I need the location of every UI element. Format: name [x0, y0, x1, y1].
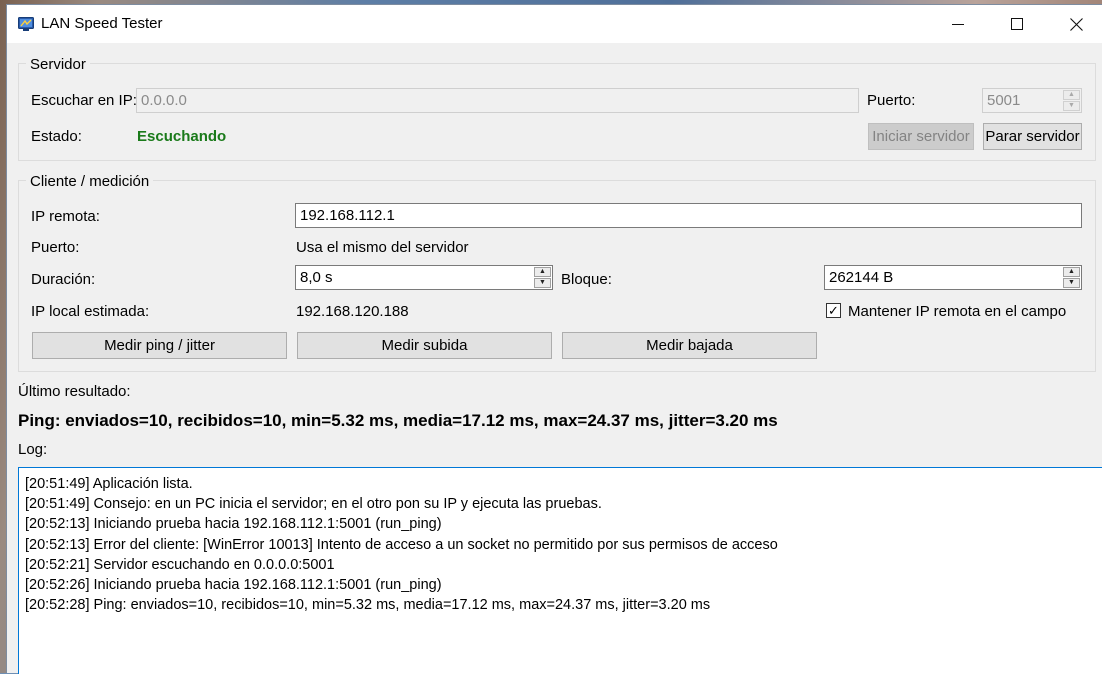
- server-port-spinbox: 5001 ▲ ▼: [982, 88, 1082, 113]
- local-ip-value: 192.168.120.188: [296, 303, 409, 320]
- log-line: [20:51:49] Aplicación lista.: [25, 476, 193, 492]
- remote-ip-label: IP remota:: [31, 208, 100, 225]
- minimize-button[interactable]: [929, 5, 987, 43]
- status-value: Escuchando: [137, 128, 227, 145]
- local-ip-label: IP local estimada:: [31, 303, 150, 320]
- log-line: [20:52:28] Ping: enviados=10, recibidos=…: [25, 597, 711, 614]
- status-label: Estado:: [31, 128, 82, 145]
- lan-tester-icon: [18, 17, 34, 31]
- keep-ip-label[interactable]: Mantener IP remota en el campo: [848, 303, 1066, 320]
- listen-ip-input: [136, 88, 859, 113]
- maximize-icon: [1011, 18, 1023, 30]
- duration-value: 8,0 s: [300, 269, 333, 286]
- app-window: LAN Speed Tester Servidor Escuchar en IP…: [6, 4, 1102, 674]
- log-label: Log:: [18, 441, 48, 458]
- remote-ip-input[interactable]: [295, 203, 1082, 228]
- close-icon: [1069, 17, 1083, 31]
- block-value: 262144 B: [829, 269, 894, 286]
- log-line: [20:52:13] Iniciando prueba hacia 192.16…: [25, 516, 442, 533]
- spin-down-icon: ▼: [1063, 101, 1080, 111]
- log-line: [20:52:21] Servidor escuchando en 0.0.0.…: [25, 556, 335, 573]
- block-spinbox[interactable]: 262144 B ▲ ▼: [824, 265, 1082, 290]
- minimize-icon: [952, 24, 964, 25]
- duration-spinbox[interactable]: 8,0 s ▲ ▼: [295, 265, 553, 290]
- measure-ping-button[interactable]: Medir ping / jitter: [32, 332, 287, 359]
- spin-down-icon[interactable]: ▼: [534, 278, 551, 288]
- client-port-label: Puerto:: [31, 239, 80, 256]
- server-port-label: Puerto:: [867, 92, 916, 109]
- listen-ip-label: Escuchar en IP:: [31, 92, 137, 109]
- keep-ip-checkbox[interactable]: ✓: [826, 303, 841, 318]
- maximize-button[interactable]: [988, 5, 1046, 43]
- log-line: [20:51:49] Consejo: en un PC inicia el s…: [25, 496, 602, 513]
- checkmark-icon: ✓: [828, 303, 839, 318]
- measure-upload-button[interactable]: Medir subida: [297, 332, 552, 359]
- last-result-value: Ping: enviados=10, recibidos=10, min=5.3…: [18, 411, 778, 430]
- spin-up-icon[interactable]: ▲: [534, 267, 551, 277]
- close-button[interactable]: [1047, 5, 1102, 43]
- measure-download-button[interactable]: Medir bajada: [562, 332, 817, 359]
- block-label: Bloque:: [561, 271, 612, 288]
- window-title: LAN Speed Tester: [41, 15, 163, 32]
- log-line: [20:52:13] Error del cliente: [WinError …: [25, 536, 778, 553]
- start-server-button: Iniciar servidor: [868, 123, 974, 150]
- last-result-label: Último resultado:: [18, 383, 131, 400]
- log-textarea[interactable]: [20:51:49] Aplicación lista. [20:51:49] …: [18, 467, 1102, 674]
- client-group-title: Cliente / medición: [26, 173, 154, 190]
- title-bar[interactable]: LAN Speed Tester: [7, 5, 1102, 43]
- spin-up-icon: ▲: [1063, 90, 1080, 100]
- server-group-title: Servidor: [26, 56, 90, 73]
- log-line: [20:52:26] Iniciando prueba hacia 192.16…: [25, 577, 442, 594]
- server-port-value: 5001: [987, 92, 1021, 109]
- spin-down-icon[interactable]: ▼: [1063, 278, 1080, 288]
- duration-label: Duración:: [31, 271, 96, 288]
- spin-up-icon[interactable]: ▲: [1063, 267, 1080, 277]
- client-port-value: Usa el mismo del servidor: [296, 239, 469, 256]
- stop-server-button[interactable]: Parar servidor: [983, 123, 1082, 150]
